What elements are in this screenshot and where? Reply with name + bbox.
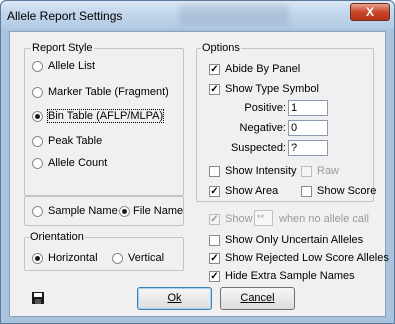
options-title: Options bbox=[201, 42, 241, 54]
orientation-title: Orientation bbox=[29, 231, 85, 243]
checkbox-label: Show Type Symbol bbox=[225, 83, 319, 95]
title-bar: Allele Report Settings X bbox=[1, 1, 394, 29]
radio-allele-list[interactable]: Allele List bbox=[32, 60, 95, 72]
show-score-checkbox[interactable]: Show Score bbox=[301, 185, 376, 197]
floppy-disk-icon[interactable] bbox=[32, 292, 44, 304]
checkbox-box bbox=[301, 185, 312, 197]
checkbox-label: Show Rejected Low Score Alleles bbox=[225, 252, 389, 264]
cancel-label: Cancel bbox=[240, 292, 275, 304]
checkbox-box bbox=[209, 165, 220, 177]
radio-label: Marker Table (Fragment) bbox=[48, 86, 169, 98]
checkbox-label: Show Only Uncertain Alleles bbox=[225, 234, 364, 246]
radio-label: Allele Count bbox=[48, 157, 108, 169]
check-mark-icon: ✓ bbox=[209, 185, 220, 197]
check-mark-icon: ✓ bbox=[209, 63, 220, 75]
radio-label: Bin Table (AFLP/MLPA) bbox=[46, 109, 165, 123]
radio-label: Vertical bbox=[128, 252, 165, 264]
no-call-symbol-input[interactable]: ** bbox=[254, 210, 273, 226]
checkbox-box bbox=[301, 165, 312, 177]
ok-button[interactable]: Ok bbox=[137, 287, 212, 310]
radio-circle bbox=[32, 135, 43, 147]
radio-sample-name[interactable]: Sample Name bbox=[32, 205, 118, 217]
dialog-window: Allele Report Settings X Report Style Al… bbox=[0, 0, 395, 324]
check-mark-icon: ✓ bbox=[209, 83, 220, 95]
raw-checkbox[interactable]: Raw bbox=[301, 165, 339, 177]
checkbox-box bbox=[209, 234, 220, 246]
radio-label: Peak Table bbox=[48, 135, 103, 147]
show-area-checkbox[interactable]: ✓ Show Area bbox=[209, 185, 278, 197]
radio-peak-table[interactable]: Peak Table bbox=[32, 135, 102, 147]
radio-label: Allele List bbox=[48, 60, 96, 72]
only-uncertain-checkbox[interactable]: Show Only Uncertain Alleles bbox=[209, 234, 363, 246]
checkbox-label: Show Score bbox=[317, 185, 377, 197]
show-intensity-checkbox[interactable]: Show Intensity bbox=[209, 165, 297, 177]
no-call-label: when no allele call bbox=[279, 213, 369, 225]
abide-by-panel-checkbox[interactable]: ✓ Abide By Panel bbox=[209, 63, 300, 75]
hide-extra-names-checkbox[interactable]: ✓ Hide Extra Sample Names bbox=[209, 270, 355, 282]
radio-circle bbox=[32, 60, 43, 72]
radio-allele-count[interactable]: Allele Count bbox=[32, 157, 107, 169]
negative-label: Negative: bbox=[239, 122, 286, 134]
ok-label: Ok bbox=[167, 292, 182, 304]
checkbox-label: Show Area bbox=[225, 185, 279, 197]
radio-circle bbox=[32, 205, 43, 217]
negative-input[interactable]: 0 bbox=[288, 120, 328, 136]
radio-label: Sample Name bbox=[48, 205, 118, 217]
radio-file-name[interactable]: File Name bbox=[119, 205, 183, 217]
check-mark-icon: ✓ bbox=[209, 270, 220, 282]
checkbox-label: Abide By Panel bbox=[225, 63, 301, 75]
checkbox-label: Show bbox=[225, 213, 253, 225]
radio-circle-selected bbox=[119, 205, 130, 217]
suspected-input[interactable]: ? bbox=[288, 140, 328, 156]
radio-label: File Name bbox=[133, 205, 184, 217]
close-button[interactable]: X bbox=[350, 3, 390, 21]
radio-circle-selected bbox=[32, 110, 43, 122]
radio-circle bbox=[32, 157, 43, 169]
dialog-body: Report Style Allele List Marker Table (F… bbox=[9, 31, 389, 317]
radio-bin-table[interactable]: Bin Table (AFLP/MLPA) bbox=[32, 109, 165, 123]
check-mark-icon: ✓ bbox=[209, 213, 220, 225]
title-bar-blur bbox=[179, 5, 289, 25]
check-mark-icon: ✓ bbox=[209, 252, 220, 264]
positive-label: Positive: bbox=[244, 102, 286, 114]
checkbox-label: Raw bbox=[317, 165, 340, 177]
radio-marker-table[interactable]: Marker Table (Fragment) bbox=[32, 86, 169, 98]
positive-input[interactable]: 1 bbox=[288, 100, 328, 116]
checkbox-label: Hide Extra Sample Names bbox=[225, 270, 355, 282]
suspected-label: Suspected: bbox=[230, 142, 286, 154]
radio-circle-selected bbox=[32, 252, 43, 264]
radio-label: Horizontal bbox=[48, 252, 98, 264]
checkbox-label: Show Intensity bbox=[225, 165, 297, 177]
window-title: Allele Report Settings bbox=[7, 9, 123, 23]
radio-circle bbox=[32, 86, 43, 98]
radio-horizontal[interactable]: Horizontal bbox=[32, 252, 98, 264]
cancel-button[interactable]: Cancel bbox=[220, 287, 295, 310]
radio-vertical[interactable]: Vertical bbox=[112, 252, 164, 264]
radio-circle bbox=[112, 252, 123, 264]
show-no-call-checkbox[interactable]: ✓ Show bbox=[209, 213, 253, 225]
report-style-title: Report Style bbox=[31, 42, 94, 54]
show-type-symbol-checkbox[interactable]: ✓ Show Type Symbol bbox=[209, 83, 319, 95]
rejected-low-score-checkbox[interactable]: ✓ Show Rejected Low Score Alleles bbox=[209, 252, 389, 264]
